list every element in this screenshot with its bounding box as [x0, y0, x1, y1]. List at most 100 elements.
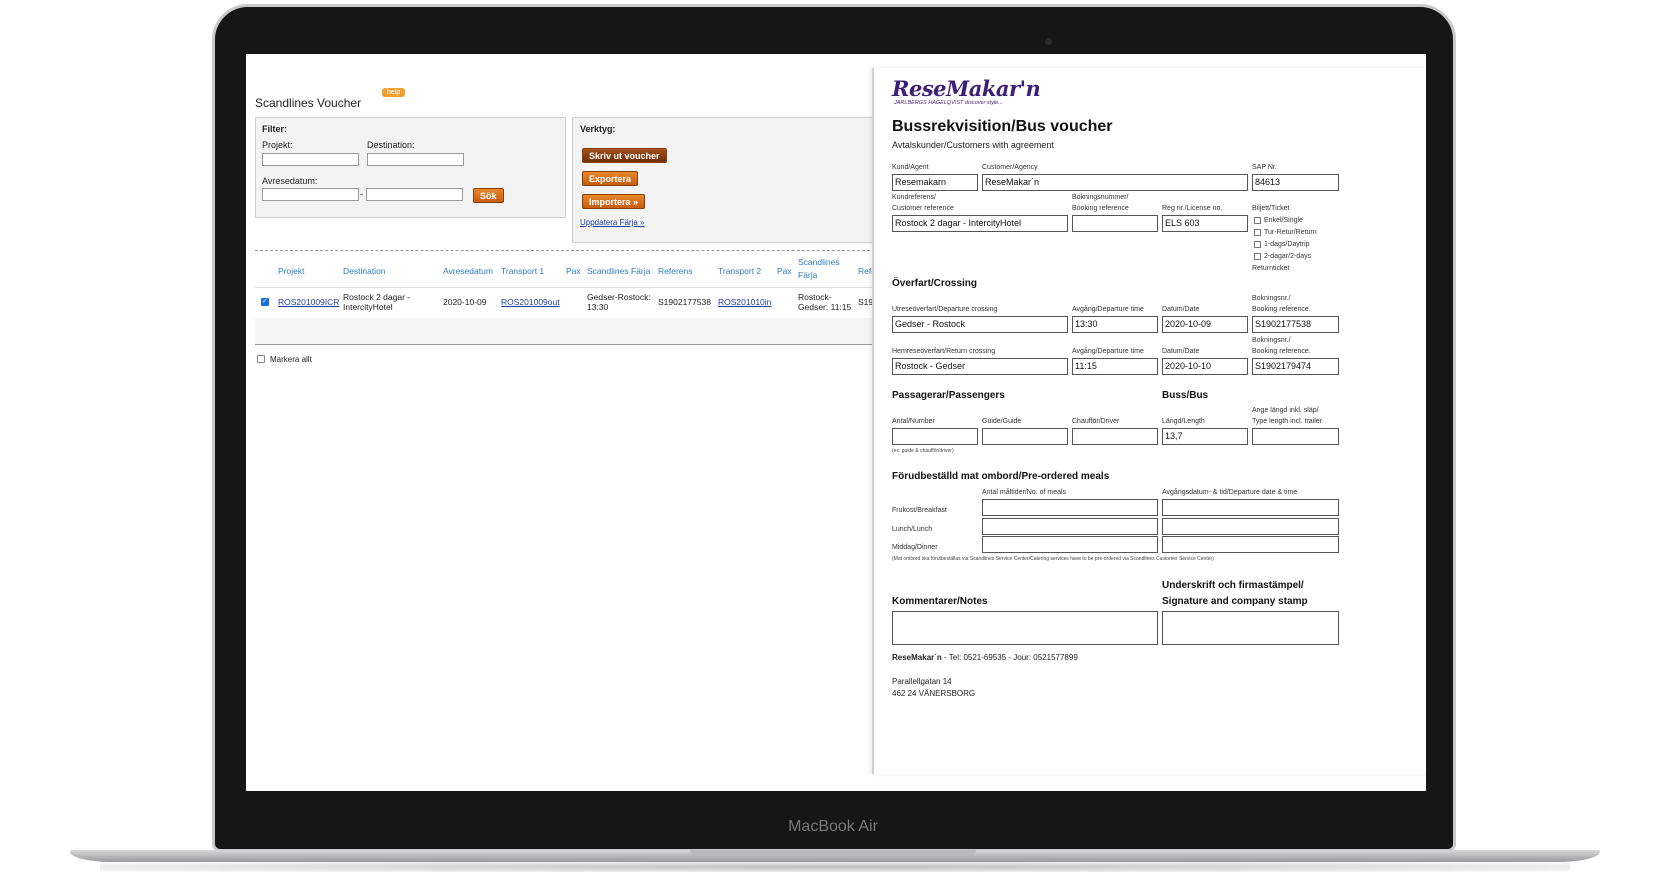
cust-ref-label-1: Kundreferens/: [892, 194, 936, 201]
destination-input[interactable]: [367, 153, 464, 166]
mark-all-checkbox[interactable]: [257, 355, 265, 363]
lunch-count-field[interactable]: [982, 518, 1158, 535]
out-booking-label-1: Bokningsnr./: [1252, 295, 1291, 302]
out-date-field[interactable]: 2020-10-09: [1162, 316, 1248, 333]
col-transport2[interactable]: Transport 2: [718, 266, 761, 276]
cust-ref-field[interactable]: Rostock 2 dagar - IntercityHotel: [892, 215, 1068, 232]
ticket-daytrip-label: 1-dags/Daytrip: [1264, 241, 1310, 248]
row-ref1: S1902177538: [658, 297, 711, 307]
ticket-single-checkbox[interactable]: [1254, 217, 1261, 224]
col-project[interactable]: Projekt: [278, 266, 304, 276]
reg-field[interactable]: ELS 603: [1162, 215, 1248, 232]
out-booking-field[interactable]: S1902177538: [1252, 316, 1339, 333]
help-button[interactable]: help: [382, 88, 406, 97]
meals-count-label: Antal måltider/No. of meals: [982, 489, 1067, 496]
number-label: Antal/Number: [892, 418, 935, 425]
ticket-2days-checkbox[interactable]: [1254, 253, 1261, 260]
import-button[interactable]: Importera »: [582, 194, 646, 209]
number-field[interactable]: [892, 428, 978, 445]
date-to-input[interactable]: [366, 188, 463, 201]
booking-field[interactable]: [1072, 215, 1158, 232]
meals-heading: Förudbeställd mat ombord/Pre-ordered mea…: [892, 471, 1110, 482]
sap-field[interactable]: 84613: [1252, 174, 1339, 191]
screen: Scandlines Voucher help Filter: Projekt:…: [246, 54, 1426, 791]
booking-label-1: Bokningsnummer/: [1072, 194, 1129, 201]
agent-field[interactable]: Resemakarn: [892, 174, 978, 191]
breakfast-count-field[interactable]: [982, 499, 1158, 516]
out-date-label: Datum/Date: [1162, 306, 1200, 313]
laptop-notch: [690, 850, 976, 856]
date-separator: -: [360, 189, 363, 199]
ret-booking-label-2: Booking reference.: [1252, 348, 1311, 355]
row-destination: Rostock 2 dagar - IntercityHotel: [343, 292, 411, 312]
search-button[interactable]: Sök: [473, 188, 504, 203]
lunch-time-field[interactable]: [1162, 518, 1339, 535]
page-title: Scandlines Voucher: [255, 96, 362, 110]
length-field[interactable]: 13,7: [1162, 428, 1248, 445]
notes-field[interactable]: [892, 611, 1158, 645]
destination-label: Destination:: [367, 140, 415, 150]
customer-field[interactable]: ReseMakar´n: [982, 174, 1248, 191]
bus-heading: Buss/Bus: [1162, 390, 1209, 401]
update-ferry-link[interactable]: Uppdatera Färja »: [580, 218, 644, 227]
mark-all-label[interactable]: Markera allt: [270, 355, 312, 365]
lunch-label: Lunch/Lunch: [892, 526, 933, 533]
row-transport2-link[interactable]: ROS201010in: [718, 297, 771, 307]
row-transport1-link[interactable]: ROS201009out: [501, 297, 560, 307]
date-from-input[interactable]: [262, 188, 359, 201]
ticket-daytrip-checkbox[interactable]: [1254, 241, 1261, 248]
row-ferry2: Rostock-Gedser: 11:15: [798, 292, 852, 312]
col-transport1[interactable]: Transport 1: [501, 266, 544, 276]
meals-note: (Mat ombord ska förutbeställas via Scand…: [892, 556, 1214, 562]
ret-booking-field[interactable]: S1902179474: [1252, 358, 1339, 375]
signature-field[interactable]: [1162, 611, 1339, 645]
project-input[interactable]: [262, 153, 359, 166]
out-crossing-label: Utreseöverfart/Departure crossing: [892, 306, 998, 313]
type-length-label-2: Type length incl. trailer: [1252, 418, 1323, 425]
col-date[interactable]: Avresedatum: [443, 266, 493, 276]
ticket-2days-label: 2-dagar/2-days: [1264, 253, 1312, 260]
col-ferry2[interactable]: Scandlines Färja: [798, 256, 846, 282]
col-pax1[interactable]: Pax: [566, 266, 581, 276]
row-date: 2020-10-09: [443, 297, 487, 307]
tools-heading: Verktyg:: [580, 124, 616, 134]
breakfast-time-field[interactable]: [1162, 499, 1339, 516]
type-length-field[interactable]: [1252, 428, 1339, 445]
row-checkbox[interactable]: [261, 297, 269, 306]
project-label: Projekt:: [262, 140, 293, 150]
col-pax2[interactable]: Pax: [777, 266, 792, 276]
out-time-field[interactable]: 13:30: [1072, 316, 1158, 333]
ticket-return-checkbox[interactable]: [1254, 229, 1261, 236]
breakfast-label: Frukost/Breakfast: [892, 507, 947, 514]
type-length-label-1: Ange längd inkl. släp/: [1252, 407, 1319, 414]
ret-date-label: Datum/Date: [1162, 348, 1200, 355]
col-ref1[interactable]: Referens: [658, 266, 693, 276]
ret-time-field[interactable]: 11:15: [1072, 358, 1158, 375]
customer-label: Customer/Agency: [982, 164, 1038, 171]
footer-phone: - Tel: 0521-69535 - Jour: 0521577899: [941, 653, 1078, 662]
return-ticket-label: Returnticket: [1252, 265, 1290, 272]
row-project-link[interactable]: ROS201009ICR: [278, 297, 339, 307]
guide-field[interactable]: [982, 428, 1068, 445]
passengers-heading: Passagerar/Passengers: [892, 390, 1005, 401]
col-ferry1[interactable]: Scandlines Färja: [587, 266, 650, 276]
out-route-field[interactable]: Gedser - Rostock: [892, 316, 1068, 333]
footer-company: ReseMakar´n: [892, 653, 942, 662]
passengers-note: (ex. guide & chaufför/driver): [892, 448, 954, 454]
col-destination[interactable]: Destination: [343, 266, 386, 276]
footer-street: Parallellgatan 14: [892, 677, 952, 686]
driver-field[interactable]: [1072, 428, 1158, 445]
signature-heading-2: Signature and company stamp: [1162, 596, 1308, 607]
footer-contact: ReseMakar´n - Tel: 0521-69535 - Jour: 05…: [892, 653, 1078, 662]
export-button[interactable]: Exportera: [582, 171, 639, 186]
dinner-time-field[interactable]: [1162, 536, 1339, 553]
dinner-count-field[interactable]: [982, 536, 1158, 553]
ret-crossing-label: Hemreseöverfart/Return crossing: [892, 348, 996, 355]
print-voucher-button[interactable]: Skriv ut voucher: [582, 148, 667, 163]
ret-route-field[interactable]: Rostock - Gedser: [892, 358, 1068, 375]
ticket-single-label: Enkel/Single: [1264, 217, 1303, 224]
tools-panel: Verktyg: Skriv ut voucher Exportera Impo…: [572, 117, 884, 243]
filter-panel: Filter: Projekt: Destination: Avresedatu…: [255, 117, 566, 218]
ret-date-field[interactable]: 2020-10-10: [1162, 358, 1248, 375]
booking-label-2: Booking reference: [1072, 205, 1129, 212]
